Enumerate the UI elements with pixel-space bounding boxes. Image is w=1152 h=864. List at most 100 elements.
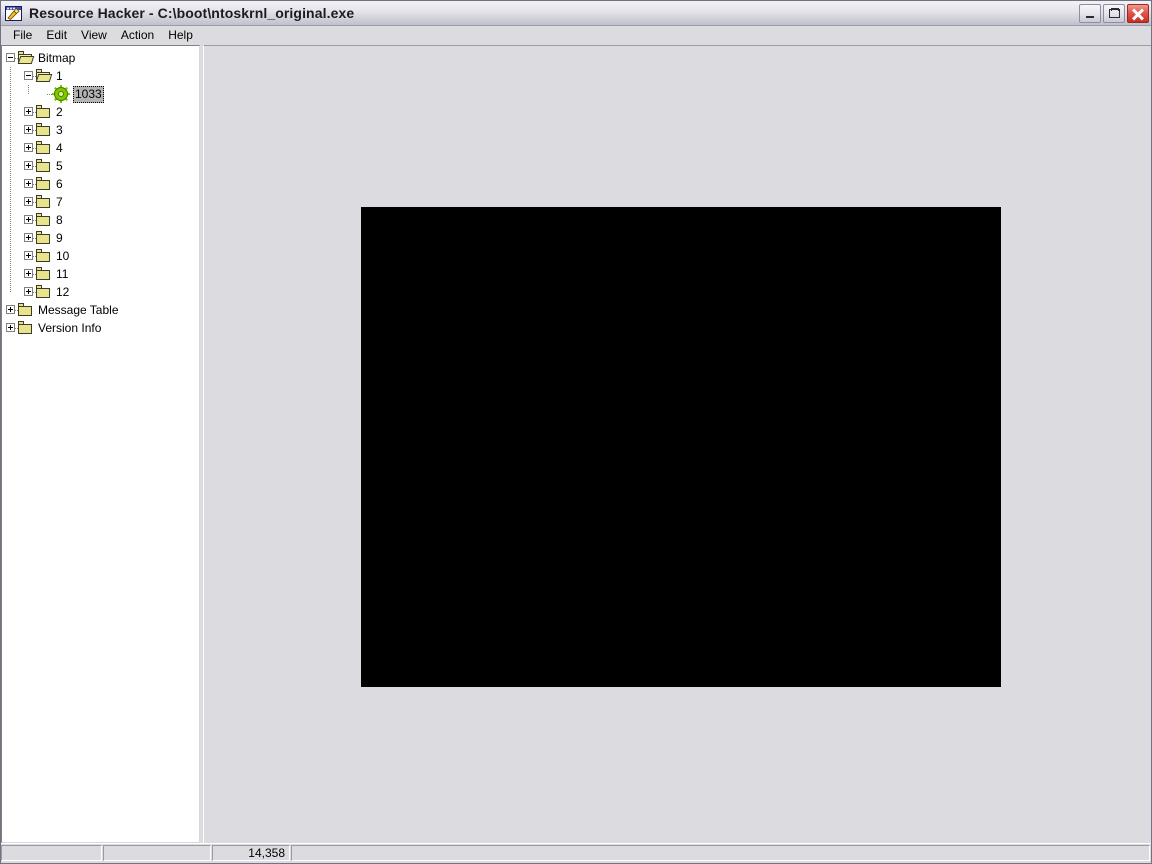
tree-node-1033[interactable]: 1033 — [2, 85, 199, 103]
bitmap-preview-image — [361, 207, 1001, 687]
folder-closed-icon — [17, 302, 33, 318]
tree-indent — [2, 211, 36, 229]
tree-connector-line — [10, 85, 11, 103]
tree-expand-icon[interactable] — [24, 251, 33, 260]
tree-connector-line — [28, 85, 29, 94]
tree-node-12[interactable]: 12 — [2, 283, 199, 301]
resource-tree-panel[interactable]: Bitmap 1 1033 2 3 4 5 6 7 8 9 10 11 12 Message Table Ve… — [1, 45, 200, 843]
tree-node-label[interactable]: 12 — [54, 284, 71, 301]
tree-node-label[interactable]: 1033 — [73, 85, 104, 103]
menu-item-view[interactable]: View — [74, 27, 114, 44]
tree-expand-icon[interactable] — [24, 287, 33, 296]
tree-connector-line — [10, 175, 11, 193]
tree-node-label[interactable]: 11 — [54, 266, 70, 283]
tree-node-label[interactable]: 3 — [54, 122, 65, 139]
tree-collapse-icon[interactable] — [24, 71, 33, 80]
tree-connector-line — [10, 247, 11, 265]
tree-node-label[interactable]: 7 — [54, 194, 65, 211]
tree-node-version-info[interactable]: Version Info — [2, 319, 199, 337]
tree-node-2[interactable]: 2 — [2, 103, 199, 121]
tree-node-label[interactable]: 5 — [54, 158, 65, 175]
tree-expand-icon[interactable] — [6, 323, 15, 332]
close-button[interactable] — [1127, 3, 1149, 23]
tree-expand-icon[interactable] — [24, 143, 33, 152]
tree-node-label[interactable]: Version Info — [36, 320, 103, 337]
menu-item-edit[interactable]: Edit — [39, 27, 74, 44]
tree-node-message-table[interactable]: Message Table — [2, 301, 199, 319]
minimize-button[interactable] — [1079, 3, 1101, 23]
tree-connector-line — [10, 139, 11, 157]
window-title: Resource Hacker - C:\boot\ntoskrnl_origi… — [29, 5, 355, 21]
tree-node-7[interactable]: 7 — [2, 193, 199, 211]
tree-node-label[interactable]: Message Table — [36, 302, 121, 319]
tree-node-label[interactable]: 8 — [54, 212, 65, 229]
resource-tree: Bitmap 1 1033 2 3 4 5 6 7 8 9 10 11 12 Message Table Ve… — [2, 49, 199, 337]
folder-closed-icon — [35, 230, 51, 246]
tree-node-label[interactable]: 6 — [54, 176, 65, 193]
folder-closed-icon — [35, 266, 51, 282]
tree-node-label[interactable]: 9 — [54, 230, 65, 247]
tree-node-11[interactable]: 11 — [2, 265, 199, 283]
tree-indent — [2, 67, 36, 85]
folder-closed-icon — [35, 104, 51, 120]
tree-indent — [2, 319, 18, 337]
tree-node-6[interactable]: 6 — [2, 175, 199, 193]
tree-node-label[interactable]: 2 — [54, 104, 65, 121]
tree-expand-icon[interactable] — [6, 305, 15, 314]
tree-expand-icon[interactable] — [24, 179, 33, 188]
application-window: Resource Hacker - C:\boot\ntoskrnl_origi… — [0, 0, 1152, 864]
status-panel-1 — [1, 845, 102, 861]
tree-node-label[interactable]: Bitmap — [36, 50, 77, 67]
tree-node-8[interactable]: 8 — [2, 211, 199, 229]
tree-connector-line — [10, 265, 11, 283]
tree-node-label[interactable]: 10 — [54, 248, 71, 265]
tree-expand-icon[interactable] — [24, 107, 33, 116]
tree-node-4[interactable]: 4 — [2, 139, 199, 157]
tree-node-1[interactable]: 1 — [2, 67, 199, 85]
tree-indent — [2, 85, 54, 103]
tree-connector-line — [10, 157, 11, 175]
folder-closed-icon — [35, 176, 51, 192]
tree-node-3[interactable]: 3 — [2, 121, 199, 139]
tree-node-5[interactable]: 5 — [2, 157, 199, 175]
tree-expand-icon[interactable] — [24, 233, 33, 242]
folder-closed-icon — [17, 320, 33, 336]
status-panel-4 — [291, 845, 1150, 861]
tree-node-label[interactable]: 4 — [54, 140, 65, 157]
tree-expand-icon[interactable] — [24, 197, 33, 206]
tree-node-bitmap[interactable]: Bitmap — [2, 49, 199, 67]
tree-expand-icon[interactable] — [24, 269, 33, 278]
tree-expand-icon[interactable] — [24, 125, 33, 134]
tree-connector-line — [10, 229, 11, 247]
folder-open-icon — [35, 68, 53, 84]
folder-open-icon — [17, 50, 35, 66]
body-area: Bitmap 1 1033 2 3 4 5 6 7 8 9 10 11 12 Message Table Ve… — [1, 45, 1151, 843]
status-bar: 14,358 — [1, 843, 1151, 863]
tree-expand-icon[interactable] — [24, 161, 33, 170]
tree-connector-line — [10, 67, 11, 85]
tree-indent — [2, 283, 36, 301]
tree-connector-line — [10, 193, 11, 211]
menu-item-file[interactable]: File — [6, 27, 39, 44]
tree-indent — [2, 103, 36, 121]
tree-node-10[interactable]: 10 — [2, 247, 199, 265]
tree-node-label[interactable]: 1 — [54, 68, 65, 85]
tree-indent — [2, 121, 36, 139]
tree-node-9[interactable]: 9 — [2, 229, 199, 247]
menu-item-help[interactable]: Help — [161, 27, 200, 44]
folder-closed-icon — [35, 212, 51, 228]
close-icon — [1128, 5, 1148, 22]
folder-closed-icon — [35, 158, 51, 174]
tree-indent — [2, 175, 36, 193]
menu-bar: File Edit View Action Help — [1, 26, 1151, 45]
tree-indent — [2, 247, 36, 265]
folder-closed-icon — [35, 248, 51, 264]
tree-indent — [2, 265, 36, 283]
tree-collapse-icon[interactable] — [6, 53, 15, 62]
tree-expand-icon[interactable] — [24, 215, 33, 224]
menu-item-action[interactable]: Action — [114, 27, 161, 44]
title-bar[interactable]: Resource Hacker - C:\boot\ntoskrnl_origi… — [1, 1, 1151, 26]
resource-hacker-icon — [5, 5, 22, 22]
restore-button[interactable] — [1103, 3, 1125, 23]
tree-indent — [2, 139, 36, 157]
